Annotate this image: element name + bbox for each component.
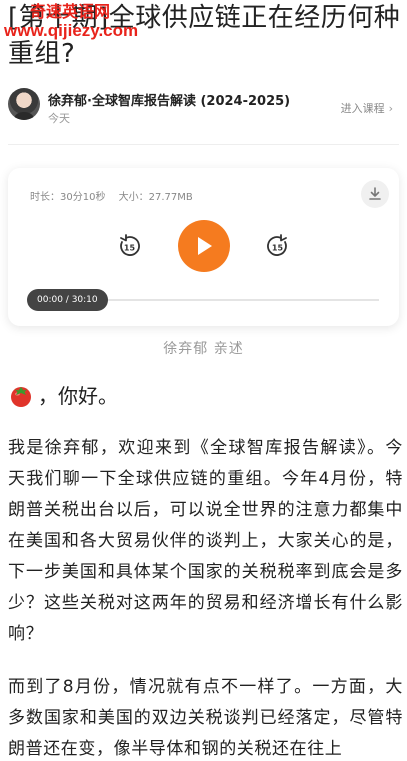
audio-meta: 时长：30分10秒 大小：27.77MB (30, 188, 193, 203)
greeting: ，你好。 (8, 380, 118, 409)
chevron-right-icon: › (388, 102, 393, 115)
watermark: 奇速英语网 www.qijiezy.com (4, 4, 138, 40)
svg-text:15: 15 (272, 244, 284, 253)
forward-15-icon[interactable]: 15 (266, 234, 290, 258)
play-button[interactable] (178, 220, 230, 272)
time-display[interactable]: 00:00 / 30:10 (27, 289, 108, 311)
play-icon (198, 237, 212, 255)
audio-size: 大小：27.77MB (118, 192, 193, 203)
download-icon (369, 187, 381, 200)
author-row: 徐弃郁·全球智库报告解读 (2024-2025) 今天 进入课程 › (8, 86, 399, 128)
body-paragraph: 我是徐弃郁，欢迎来到《全球智库报告解读》。今天我们聊一下全球供应链的重组。今年4… (8, 438, 403, 644)
greeting-text: ，你好。 (38, 384, 118, 408)
playback-controls: 15 15 (8, 220, 399, 272)
publish-date: 今天 (48, 112, 70, 125)
enter-course-label: 进入课程 (340, 102, 385, 115)
watermark-line-1: 奇速英语网 (30, 4, 111, 21)
audio-duration: 时长：30分10秒 (30, 192, 106, 203)
svg-text:15: 15 (124, 244, 136, 253)
tomato-icon (11, 386, 31, 407)
audio-player: 时长：30分10秒 大小：27.77MB 15 15 00:00 / 30:10 (8, 168, 399, 326)
rewind-15-icon[interactable]: 15 (117, 234, 141, 258)
download-button[interactable] (361, 180, 389, 208)
enter-course-link[interactable]: 进入课程 › (341, 100, 393, 116)
watermark-line-2: www.qijiezy.com (4, 21, 139, 40)
narrator-label: 徐弃郁 亲述 (163, 341, 244, 357)
body-paragraph: 而到了8月份，情况就有点不一样了。一方面，大多数国家和美国的双边关税谈判已经落定… (8, 677, 403, 759)
divider (8, 144, 399, 145)
author-avatar[interactable] (8, 88, 40, 120)
author-name[interactable]: 徐弃郁·全球智库报告解读 (2024-2025) (48, 90, 290, 109)
